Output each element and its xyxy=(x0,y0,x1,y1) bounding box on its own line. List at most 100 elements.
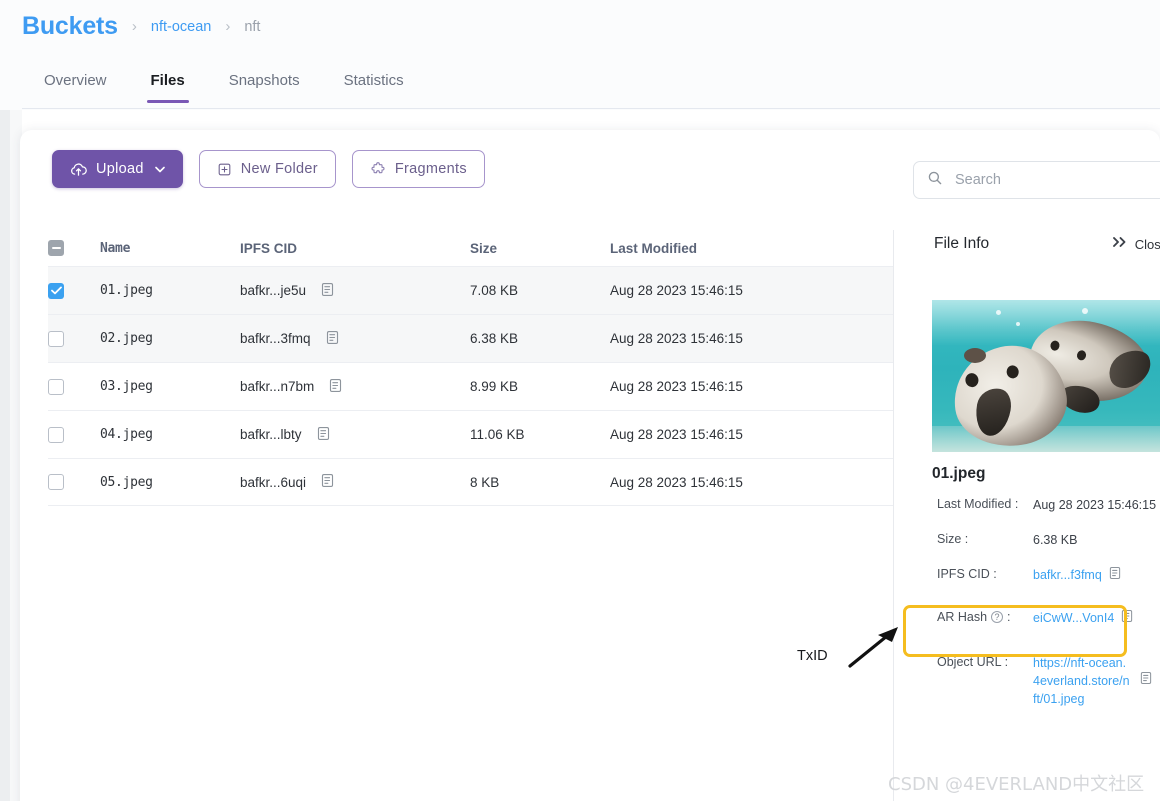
row-checkbox[interactable] xyxy=(48,330,64,347)
copy-icon[interactable] xyxy=(321,282,334,300)
breadcrumb-separator-2: › xyxy=(225,18,231,35)
new-folder-button[interactable]: New Folder xyxy=(198,150,336,188)
file-size: 7.08 KB xyxy=(470,283,519,298)
search-input[interactable] xyxy=(953,171,1143,189)
copy-icon[interactable] xyxy=(326,330,339,348)
preview-bubble xyxy=(996,310,1001,315)
info-row-ipfs-cid: IPFS CID : bafkr...f3fmq xyxy=(937,566,1160,585)
page-title: Buckets xyxy=(22,12,118,40)
app-root: Buckets › nft-ocean › nft Overview Files… xyxy=(0,0,1160,801)
file-size: 11.06 KB xyxy=(470,427,525,442)
file-cid-cell: bafkr...n7bm xyxy=(240,378,470,396)
panel-divider xyxy=(893,230,894,801)
breadcrumb-separator-1: › xyxy=(131,18,137,35)
row-checkbox-cell[interactable] xyxy=(48,282,100,299)
tab-bar: Overview Files Snapshots Statistics xyxy=(22,72,426,103)
file-size: 8 KB xyxy=(470,474,500,490)
chevron-down-icon xyxy=(154,166,165,173)
file-info-file-name: 01.jpeg xyxy=(932,465,986,482)
new-folder-icon xyxy=(217,162,232,177)
info-key-colon: : xyxy=(1007,610,1011,624)
copy-icon[interactable] xyxy=(1121,609,1133,628)
column-header-ipfs-cid[interactable]: IPFS CID xyxy=(240,241,470,256)
tab-snapshots[interactable]: Snapshots xyxy=(207,72,322,103)
info-key: IPFS CID : xyxy=(937,567,997,581)
column-header-name[interactable]: Name xyxy=(100,241,240,256)
file-modified: Aug 28 2023 15:46:15 xyxy=(610,427,743,442)
table-row[interactable]: 01.jpeg bafkr...je5u 7.08 KB Aug 28 2023… xyxy=(48,266,893,314)
row-checkbox[interactable] xyxy=(48,378,64,395)
breadcrumb-item-nft-ocean[interactable]: nft-ocean xyxy=(151,19,211,35)
row-checkbox[interactable] xyxy=(48,426,64,443)
files-table: Name IPFS CID Size Last Modified 01.jpeg… xyxy=(48,230,893,506)
table-header-row: Name IPFS CID Size Last Modified xyxy=(48,230,893,266)
file-size: 6.38 KB xyxy=(470,331,519,346)
breadcrumb: Buckets › nft-ocean › nft xyxy=(22,12,260,41)
table-row[interactable]: 05.jpeg bafkr...6uqi 8 KB Aug 28 2023 15… xyxy=(48,458,893,506)
file-cid: bafkr...lbty xyxy=(240,427,302,442)
file-name[interactable]: 04.jpeg xyxy=(100,427,240,442)
double-chevron-right-icon xyxy=(1112,235,1128,253)
info-value: Aug 28 2023 15:46:15 xyxy=(1033,498,1157,512)
info-value-object-url[interactable]: https://nft-ocean.4everland.store/nft/01… xyxy=(1033,654,1133,708)
preview-seal-front-nose xyxy=(964,348,986,363)
tab-statistics[interactable]: Statistics xyxy=(322,72,426,103)
file-cid-cell: bafkr...3fmq xyxy=(240,330,470,348)
watermark: CSDN @4EVERLAND中文社区 xyxy=(888,774,1145,795)
question-mark-icon[interactable]: ? xyxy=(991,611,1004,623)
copy-icon[interactable] xyxy=(329,378,342,396)
table-row[interactable]: 02.jpeg bafkr...3fmq 6.38 KB Aug 28 2023… xyxy=(48,314,893,362)
files-toolbar: Upload New Folder Fragments xyxy=(52,150,485,188)
info-key-label: AR Hash xyxy=(937,610,988,624)
row-checkbox-cell[interactable] xyxy=(48,330,100,347)
file-name[interactable]: 01.jpeg xyxy=(100,283,240,298)
info-key: Last Modified : xyxy=(937,497,1019,511)
column-header-last-modified[interactable]: Last Modified xyxy=(610,241,860,256)
search-box[interactable] xyxy=(913,161,1160,199)
file-name[interactable]: 02.jpeg xyxy=(100,331,240,346)
top-bar: Buckets › nft-ocean › nft Overview Files… xyxy=(0,0,1160,110)
breadcrumb-item-nft: nft xyxy=(244,18,261,35)
annotation-arrow-icon xyxy=(848,624,904,675)
file-name[interactable]: 03.jpeg xyxy=(100,379,240,394)
info-row-object-url: Object URL : https://nft-ocean.4everland… xyxy=(937,654,1160,708)
table-row[interactable]: 04.jpeg bafkr...lbty 11.06 KB Aug 28 202… xyxy=(48,410,893,458)
file-size: 8.99 KB xyxy=(470,379,519,394)
copy-icon[interactable] xyxy=(317,426,330,444)
file-name[interactable]: 05.jpeg xyxy=(100,475,240,490)
puzzle-piece-icon xyxy=(370,161,386,177)
file-modified: Aug 28 2023 15:46:15 xyxy=(610,331,743,346)
info-row-ar-hash: AR Hash?: eiCwW...VonI4 xyxy=(937,609,1160,628)
file-modified: Aug 28 2023 15:46:15 xyxy=(610,283,743,298)
info-value-ar-hash[interactable]: eiCwW...VonI4 xyxy=(1033,609,1114,627)
select-all-checkbox[interactable] xyxy=(48,240,64,256)
file-preview-image[interactable] xyxy=(932,300,1160,452)
row-checkbox[interactable] xyxy=(48,474,64,490)
tab-overview[interactable]: Overview xyxy=(22,72,129,103)
file-info-header: File Info Close xyxy=(934,235,1160,253)
upload-button[interactable]: Upload xyxy=(52,150,183,188)
copy-icon[interactable] xyxy=(1140,671,1152,690)
close-panel-button[interactable]: Close xyxy=(1112,235,1160,253)
select-all-checkbox-cell[interactable] xyxy=(48,240,100,256)
copy-icon[interactable] xyxy=(321,473,334,491)
row-checkbox[interactable] xyxy=(48,282,64,299)
file-cid-cell: bafkr...lbty xyxy=(240,426,470,444)
copy-icon[interactable] xyxy=(1109,566,1121,585)
preview-bubble xyxy=(1082,308,1088,314)
info-row-last-modified: Last Modified : Aug 28 2023 15:46:15 xyxy=(937,496,1160,514)
table-row[interactable]: 03.jpeg bafkr...n7bm 8.99 KB Aug 28 2023… xyxy=(48,362,893,410)
file-info-fields: Last Modified : Aug 28 2023 15:46:15 Siz… xyxy=(937,496,1160,725)
tab-files[interactable]: Files xyxy=(129,72,207,103)
info-key: Size : xyxy=(937,532,969,546)
upload-button-label: Upload xyxy=(96,161,144,177)
row-checkbox-cell[interactable] xyxy=(48,426,100,443)
file-cid-cell: bafkr...6uqi xyxy=(240,473,470,491)
tab-bar-divider xyxy=(22,108,1160,109)
column-header-size[interactable]: Size xyxy=(470,241,610,256)
row-checkbox-cell[interactable] xyxy=(48,474,100,490)
info-value-ipfs-cid[interactable]: bafkr...f3fmq xyxy=(1033,566,1102,584)
new-folder-button-label: New Folder xyxy=(240,161,318,177)
row-checkbox-cell[interactable] xyxy=(48,378,100,395)
fragments-button[interactable]: Fragments xyxy=(351,150,485,188)
